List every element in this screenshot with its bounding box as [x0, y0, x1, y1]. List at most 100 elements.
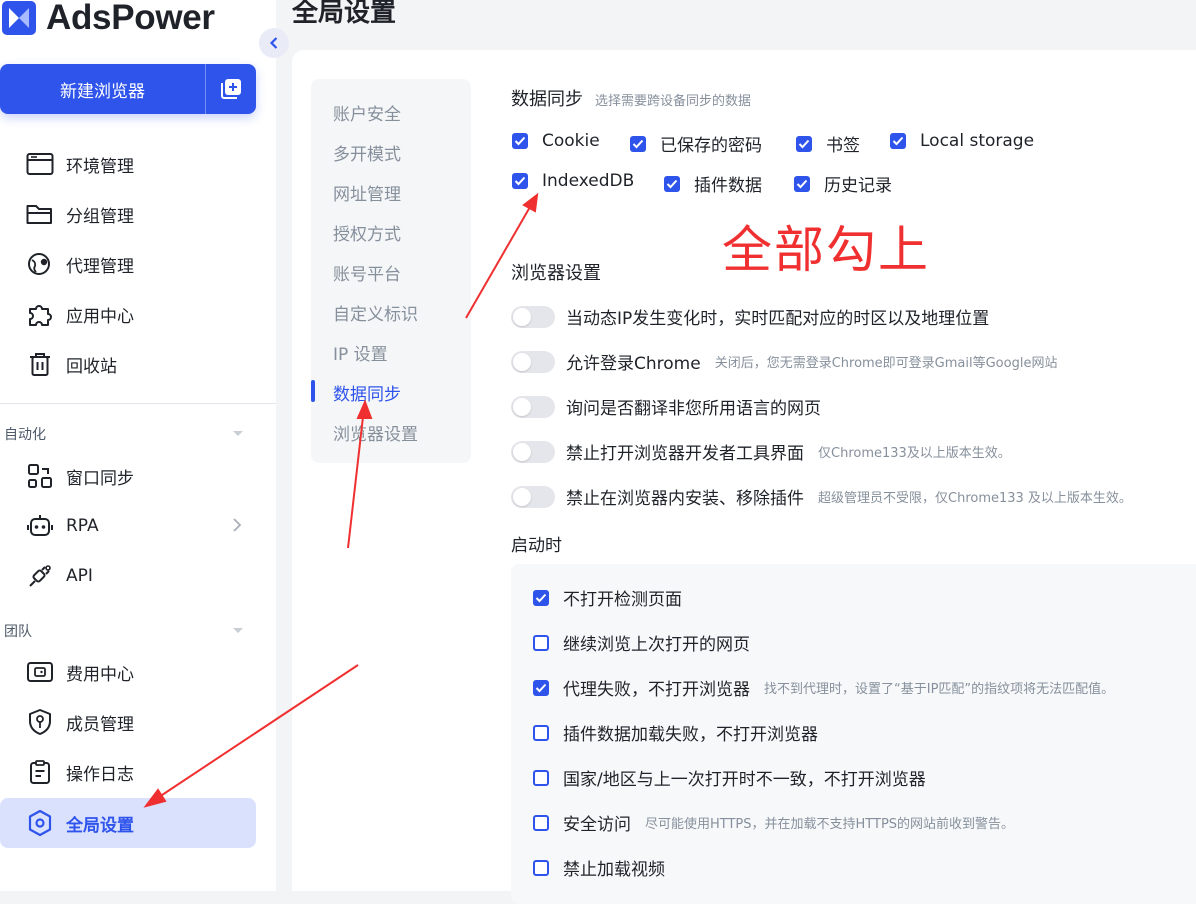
sync-option-bookmarks[interactable]: 书签 [796, 131, 860, 156]
toggle-note: 关闭后，您无需登录Chrome即可登录Gmail等Google网站 [714, 356, 1058, 371]
subnav-item-account-platform[interactable]: 账号平台 [333, 260, 401, 285]
toggle-label: 询问是否翻译非您所用语言的网页 [566, 399, 821, 419]
option-label: 插件数据 [694, 176, 762, 196]
subnav-item-browser-settings[interactable]: 浏览器设置 [333, 420, 418, 445]
checkbox-checked[interactable] [630, 135, 646, 152]
sync-option-local-storage[interactable]: Local storage [890, 131, 1034, 151]
checkbox-checked[interactable] [664, 175, 680, 192]
startup-option-extension-load-fail[interactable]: 插件数据加载失败，不打开浏览器 [533, 720, 818, 745]
sidebar-item-window-sync[interactable]: 窗口同步 [0, 451, 256, 501]
subnav-item-account-security[interactable]: 账户安全 [333, 100, 401, 125]
sidebar-item-app-center[interactable]: 应用中心 [0, 289, 256, 339]
option-label: Local storage [920, 131, 1035, 151]
checkbox-checked[interactable] [890, 133, 906, 149]
startup-option-secure-access[interactable]: 安全访问 尽可能使用HTTPS，并在加载不支持HTTPS的网站前收到警告。 [533, 810, 1014, 835]
toggle-label: 允许登录Chrome [566, 354, 701, 374]
checkbox-checked[interactable] [794, 175, 810, 192]
startup-option-no-check-page[interactable]: 不打开检测页面 [533, 585, 682, 610]
subnav-item-multi-open[interactable]: 多开模式 [333, 140, 401, 165]
checkbox-checked[interactable] [533, 589, 549, 606]
startup-option-block-video[interactable]: 禁止加载视频 [533, 855, 665, 880]
toggle-note: 超级管理员不受限，仅Chrome133 及以上版本生效。 [818, 491, 1132, 506]
shield-user-icon [26, 708, 54, 736]
data-sync-title: 数据同步 [511, 89, 583, 110]
option-label: 已保存的密码 [660, 136, 762, 156]
section-title: 团队 [4, 624, 32, 640]
add-copy-icon[interactable] [206, 77, 256, 101]
sidebar-item-label: 代理管理 [66, 256, 134, 277]
sidebar-item-billing[interactable]: 费用中心 [0, 647, 256, 697]
sidebar-item-label: API [66, 566, 93, 586]
sidebar-item-label: 全局设置 [66, 815, 134, 836]
toggle-switch[interactable] [511, 440, 555, 463]
sync-option-indexeddb[interactable]: IndexedDB [512, 171, 634, 191]
checkbox-checked[interactable] [796, 135, 812, 152]
startup-option-region-mismatch[interactable]: 国家/地区与上一次打开时不一致，不打开浏览器 [533, 765, 926, 790]
sidebar-item-label: 操作日志 [66, 764, 134, 785]
subnav-item-data-sync[interactable]: 数据同步 [333, 380, 401, 405]
sync-option-extension-data[interactable]: 插件数据 [664, 171, 762, 196]
sidebar-item-label: 应用中心 [66, 306, 134, 327]
sidebar-item-groups[interactable]: 分组管理 [0, 189, 256, 239]
checkbox-unchecked[interactable] [533, 769, 549, 786]
option-label: 插件数据加载失败，不打开浏览器 [563, 725, 818, 745]
sidebar-item-environment[interactable]: 环境管理 [0, 139, 256, 189]
sidebar-item-operation-log[interactable]: 操作日志 [0, 747, 256, 797]
startup-option-proxy-fail[interactable]: 代理失败，不打开浏览器 找不到代理时，设置了“基于IP匹配”的指纹项将无法匹配值… [533, 675, 1114, 700]
option-note: 尽可能使用HTTPS，并在加载不支持HTTPS的网站前收到警告。 [645, 817, 1015, 832]
subnav-item-custom-label[interactable]: 自定义标识 [333, 300, 418, 325]
collapse-sidebar-button[interactable] [259, 28, 289, 58]
option-label: IndexedDB [542, 171, 635, 191]
page-title: 全局设置 [292, 0, 397, 28]
option-label: 继续浏览上次打开的网页 [563, 635, 750, 655]
subnav-item-authorization[interactable]: 授权方式 [333, 220, 401, 245]
sync-option-cookie[interactable]: Cookie [512, 131, 600, 151]
data-sync-hint: 选择需要跨设备同步的数据 [595, 94, 752, 109]
startup-option-continue-last-pages[interactable]: 继续浏览上次打开的网页 [533, 630, 750, 655]
subnav-item-url-management[interactable]: 网址管理 [333, 180, 401, 205]
app-name: AdsPower [46, 0, 215, 37]
caret-down-icon [233, 431, 243, 436]
clipboard-icon [26, 758, 54, 786]
toggle-switch[interactable] [511, 485, 555, 508]
option-label: 书签 [826, 136, 860, 156]
toggle-switch[interactable] [511, 305, 555, 328]
sidebar-item-global-settings[interactable]: 全局设置 [0, 798, 256, 848]
toggle-switch[interactable] [511, 395, 555, 418]
toggle-switch[interactable] [511, 350, 555, 373]
trash-icon [26, 350, 54, 378]
sidebar-item-label: 环境管理 [66, 156, 134, 177]
folder-icon [26, 200, 54, 228]
sidebar-item-label: 窗口同步 [66, 468, 134, 489]
checkbox-checked[interactable] [512, 173, 528, 189]
option-label: 历史记录 [824, 176, 892, 196]
checkbox-unchecked[interactable] [533, 724, 549, 741]
sidebar-item-proxy[interactable]: 代理管理 [0, 239, 256, 289]
chevron-right-icon [233, 518, 242, 532]
checkbox-checked[interactable] [512, 133, 528, 149]
sidebar-item-label: 回收站 [66, 356, 117, 377]
subnav-item-ip-settings[interactable]: IP 设置 [333, 340, 388, 365]
checkbox-unchecked[interactable] [533, 634, 549, 651]
sidebar-item-recycle-bin[interactable]: 回收站 [0, 339, 256, 389]
toggle-row-dynamic-ip: 当动态IP发生变化时，实时匹配对应的时区以及地理位置 [511, 304, 989, 329]
sidebar: AdsPower 新建浏览器 环境管理 分组管理 代理管理 应用中心 回收站 自… [0, 0, 276, 891]
toggle-row-block-extension-install: 禁止在浏览器内安装、移除插件 超级管理员不受限，仅Chrome133 及以上版本… [511, 484, 1132, 509]
robot-icon [26, 512, 54, 540]
data-sync-section-title: 数据同步 选择需要跨设备同步的数据 [511, 85, 751, 111]
new-browser-label: 新建浏览器 [60, 81, 145, 102]
section-header-team[interactable]: 团队 [4, 621, 244, 641]
sync-option-history[interactable]: 历史记录 [794, 171, 892, 196]
checkbox-unchecked[interactable] [533, 814, 549, 831]
annotation-text: 全部勾上 [722, 221, 930, 279]
sidebar-item-rpa[interactable]: RPA [0, 501, 256, 551]
sidebar-item-api[interactable]: API [0, 551, 256, 601]
toggle-row-ask-translate: 询问是否翻译非您所用语言的网页 [511, 394, 821, 419]
checkbox-unchecked[interactable] [533, 859, 549, 876]
sync-option-passwords[interactable]: 已保存的密码 [630, 131, 762, 156]
new-browser-button[interactable]: 新建浏览器 [0, 64, 256, 114]
wallet-icon [26, 658, 54, 686]
sidebar-item-members[interactable]: 成员管理 [0, 697, 256, 747]
section-header-automation[interactable]: 自动化 [4, 424, 244, 444]
checkbox-checked[interactable] [533, 679, 549, 696]
